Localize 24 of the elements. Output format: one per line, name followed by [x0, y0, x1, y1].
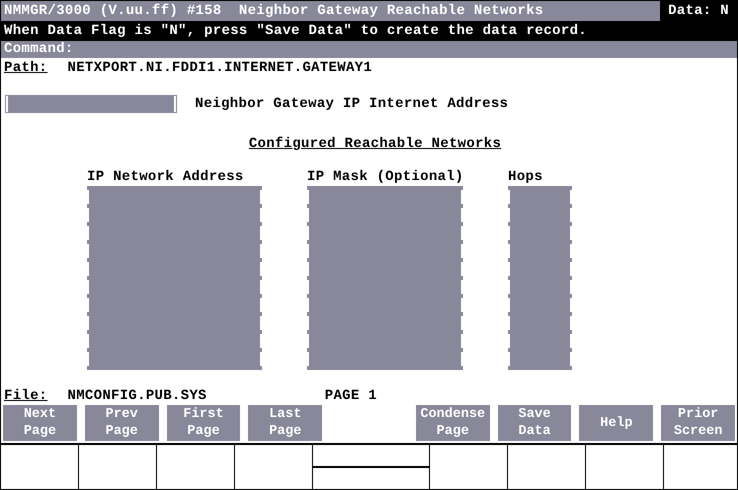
file-value: NMCONFIG.PUB.SYS	[68, 387, 207, 405]
data-flag-label: Data: N	[667, 3, 730, 19]
status-message: When Data Flag is "N", press "Save Data" to create the data record.	[1, 21, 737, 41]
file-label: File:	[4, 387, 48, 405]
function-key[interactable]: Prev Page	[84, 405, 159, 441]
path-label: Path:	[4, 59, 48, 78]
command-label: Command:	[4, 41, 74, 57]
window-title: NMMGR/3000 (V.uu.ff) #158 Neighbor Gateway Reachable Networks	[1, 1, 660, 21]
column-header: IP Network Address	[87, 168, 245, 186]
function-key[interactable]: Prior Screen	[661, 405, 736, 441]
function-key[interactable]: Save Data	[498, 405, 572, 441]
function-key[interactable]: Last Page	[248, 405, 322, 441]
function-key[interactable]: Next Page	[3, 405, 77, 441]
command-field[interactable]: Command:	[1, 41, 737, 58]
column-header: IP Mask (Optional)	[307, 168, 463, 186]
function-key[interactable]: Condense Page	[416, 405, 490, 441]
function-key[interactable]: Help	[579, 405, 654, 441]
function-key[interactable]: First Page	[166, 405, 240, 441]
field-label: Neighbor Gateway IP Internet Address	[195, 96, 508, 112]
path-value: NETXPORT.NI.FDDI1.INTERNET.GATEWAY1	[68, 59, 372, 78]
column-header: Hops	[508, 168, 544, 186]
page-number: PAGE 1	[324, 387, 377, 405]
section-heading: Configured Reachable Networks	[248, 135, 502, 154]
input-field[interactable]	[5, 95, 177, 113]
